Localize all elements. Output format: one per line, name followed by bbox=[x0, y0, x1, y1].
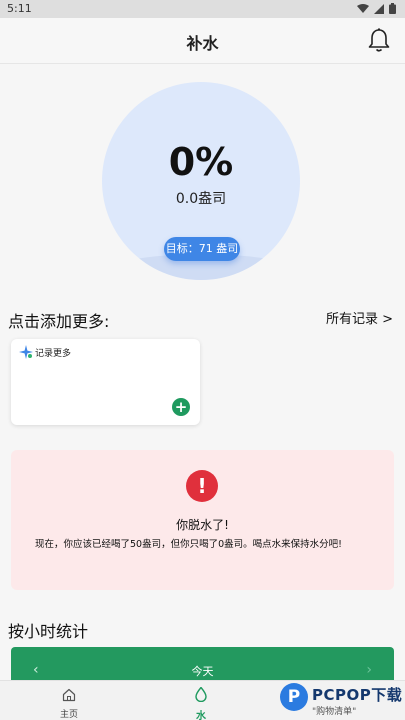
nav-water[interactable]: 水 bbox=[171, 686, 231, 720]
pcpop-watermark: P PCPOP下载 "购物清单" bbox=[276, 680, 405, 720]
status-icons bbox=[357, 3, 396, 14]
hydration-progress-circle: 0% 0.0盎司 目标：71 盎司 bbox=[102, 82, 300, 280]
nav-home[interactable]: 主页 bbox=[39, 687, 99, 720]
record-more-label: 记录更多 bbox=[35, 349, 72, 359]
page-title: 补水 bbox=[186, 34, 219, 53]
progress-amount: 0.0盎司 bbox=[175, 191, 227, 207]
all-records-link[interactable]: 所有记录 > bbox=[326, 308, 393, 327]
day-label: 今天 bbox=[191, 665, 214, 678]
chevron-right-icon[interactable]: › bbox=[366, 662, 372, 678]
app-header: 补水 bbox=[0, 18, 405, 64]
add-more-title: 点击添加更多: bbox=[8, 312, 110, 331]
bell-icon[interactable] bbox=[367, 27, 391, 53]
watermark-brand: PCPOP下载 bbox=[312, 686, 403, 704]
nav-home-label: 主页 bbox=[59, 710, 78, 720]
watermark-sub: "购物清单" bbox=[312, 707, 357, 717]
home-icon bbox=[62, 688, 76, 702]
alert-title: 你脱水了! bbox=[176, 518, 229, 532]
status-time: 5:11 bbox=[7, 2, 32, 15]
alert-icon: ! bbox=[186, 470, 218, 502]
wifi-icon bbox=[357, 3, 369, 13]
goal-badge[interactable]: 目标：71 盎司 bbox=[164, 237, 240, 261]
add-record-button[interactable]: + bbox=[172, 398, 190, 416]
record-more-card[interactable]: 记录更多 + bbox=[11, 339, 200, 425]
alert-message: 现在，你应该已经喝了50盎司，但你只喝了0盎司。喝点水来保持水分吧! bbox=[35, 539, 342, 550]
sparkle-icon bbox=[19, 345, 33, 359]
water-drop-icon bbox=[195, 686, 207, 703]
pcpop-logo-icon: P bbox=[280, 683, 308, 711]
battery-icon bbox=[389, 3, 396, 14]
progress-percent: 0% bbox=[168, 140, 234, 184]
status-bar: 5:11 bbox=[0, 0, 405, 18]
nav-water-label: 水 bbox=[196, 711, 206, 720]
dehydration-alert: ! 你脱水了! 现在，你应该已经喝了50盎司，但你只喝了0盎司。喝点水来保持水分… bbox=[11, 450, 394, 590]
hourly-stats-title: 按小时统计 bbox=[8, 622, 89, 641]
cell-signal-icon bbox=[374, 3, 384, 14]
